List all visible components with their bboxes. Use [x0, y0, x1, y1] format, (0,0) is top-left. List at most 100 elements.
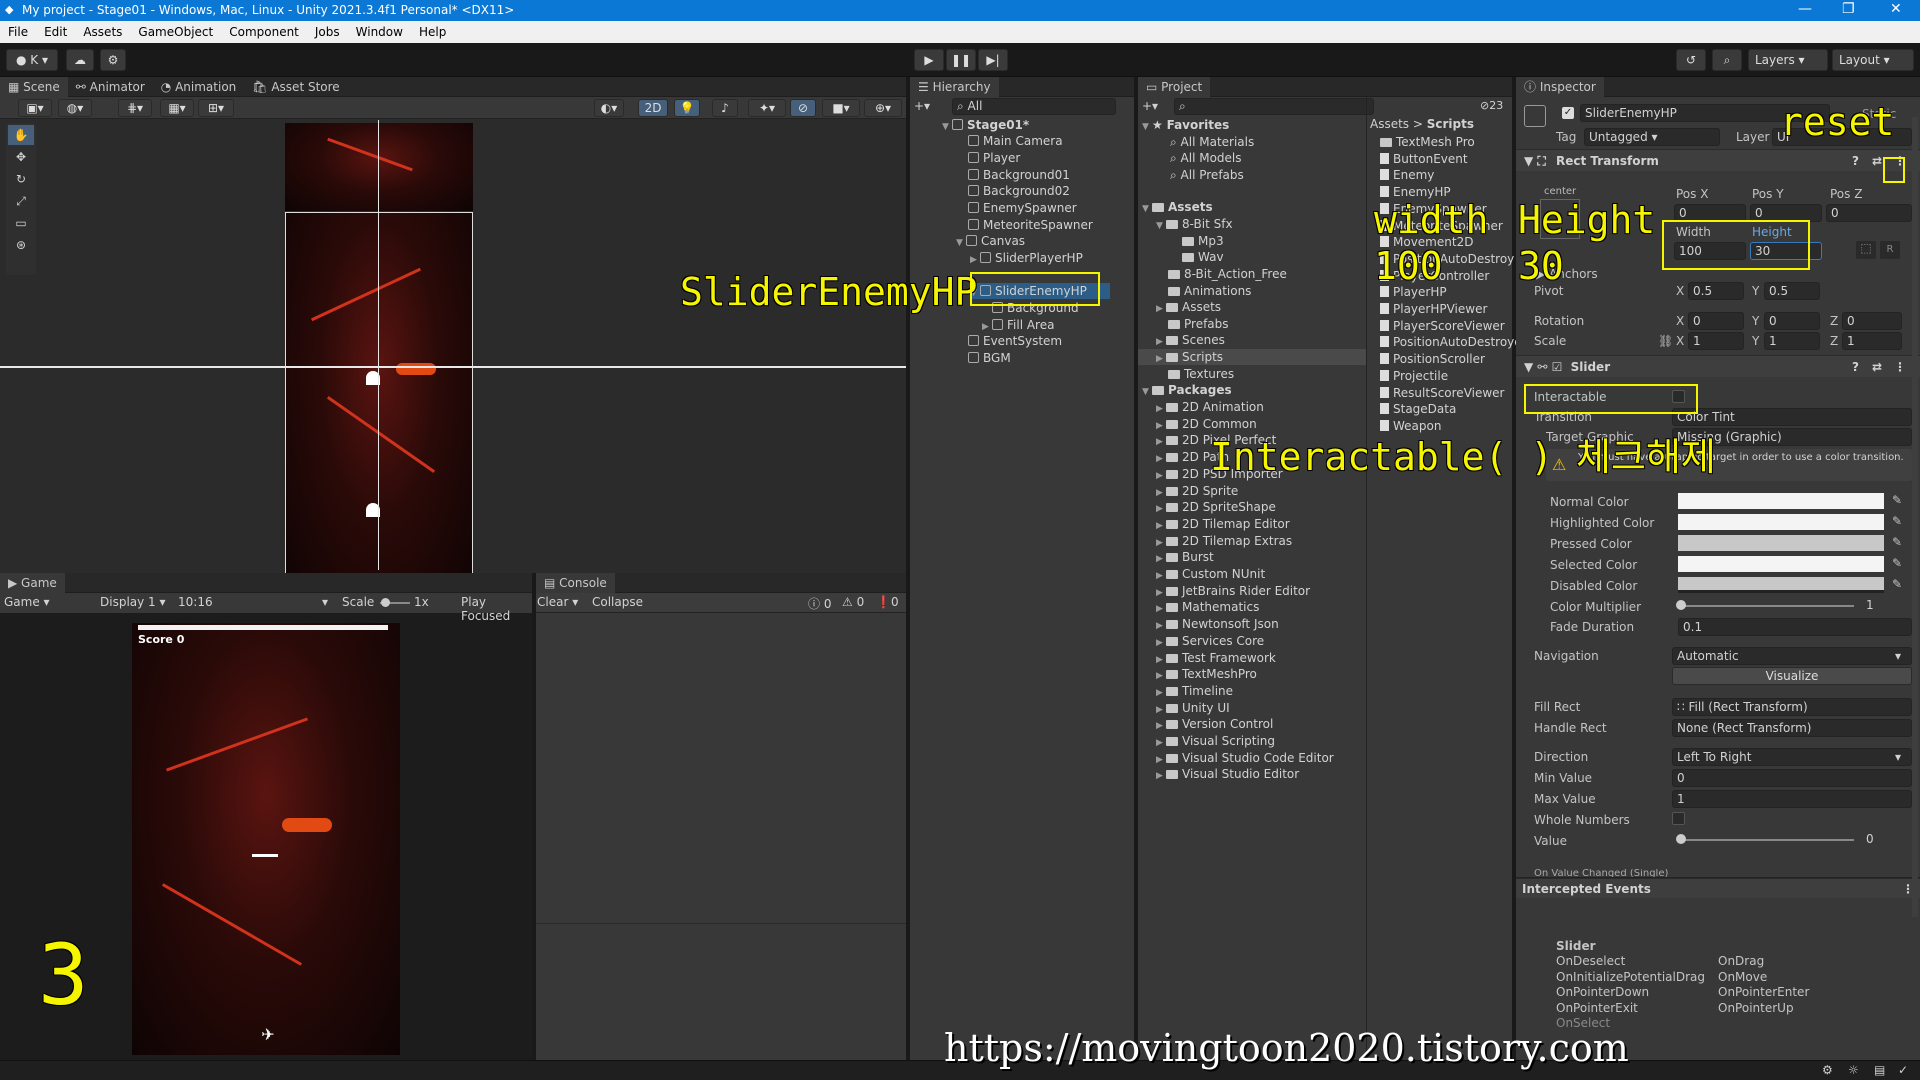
preset-icon[interactable]: ⇄ [1872, 150, 1882, 172]
lighting-toggle[interactable]: 💡 [674, 99, 700, 117]
pivot-x-field[interactable]: 0.5 [1688, 282, 1744, 300]
folder-8bit-action[interactable]: 8-Bit_Action_Free [1168, 266, 1287, 282]
package-item[interactable]: ▶ 2D Sprite [1156, 483, 1238, 499]
package-item[interactable]: ▶ Burst [1156, 549, 1214, 565]
scale-y-field[interactable]: 1 [1764, 332, 1820, 350]
breadcrumb-assets[interactable]: Assets [1370, 117, 1409, 131]
project-search[interactable]: ⌕ [1174, 98, 1374, 115]
shading-dropdown[interactable]: ◐▾ [594, 99, 624, 117]
tab-hierarchy[interactable]: ☰ Hierarchy [910, 77, 999, 97]
search-icon[interactable]: ⌕ [1712, 49, 1742, 71]
script-item[interactable]: PlayerHPViewer [1380, 301, 1487, 317]
handle-rect-field[interactable]: None (Rect Transform) [1672, 719, 1912, 737]
help-icon[interactable]: ? [1852, 150, 1859, 172]
package-item[interactable]: ▶ Custom NUnit [1156, 566, 1265, 582]
color-multiplier-slider[interactable] [1678, 605, 1854, 607]
package-item[interactable]: ▶ Visual Scripting [1156, 733, 1275, 749]
expand-arrow-icon[interactable]: ▶ [1156, 434, 1166, 450]
breadcrumb-scripts[interactable]: Scripts [1427, 117, 1474, 131]
info-count[interactable]: ⓘ 0 [808, 595, 831, 612]
hidden-packages-count[interactable]: ⊘23 [1480, 99, 1503, 112]
slider-foldout-icon[interactable]: ▼ ⚯ ☑ [1516, 360, 1562, 374]
expand-arrow-icon[interactable]: ▶ [1156, 585, 1166, 601]
tab-animation[interactable]: ◔ Animation [153, 77, 244, 97]
console-splitter[interactable] [536, 923, 906, 924]
history-icon[interactable]: ↺ [1676, 49, 1706, 71]
error-count[interactable]: ❗0 [876, 595, 899, 609]
gizmos-dropdown[interactable]: ⊕▾ [864, 99, 902, 117]
menu-gameobject[interactable]: GameObject [130, 21, 221, 39]
raw-edit-button[interactable]: R [1880, 241, 1900, 259]
eyedropper-icon[interactable]: ✎ [1892, 556, 1902, 570]
rot-x-field[interactable]: 0 [1688, 312, 1744, 330]
color-multiplier-thumb[interactable] [1676, 600, 1686, 610]
direction-dropdown[interactable]: Left To Right ▾ [1672, 748, 1912, 766]
package-item[interactable]: ▶ Visual Studio Code Editor [1156, 750, 1334, 766]
clear-button[interactable]: Clear ▾ [537, 595, 578, 609]
minimize-icon[interactable]: — [1798, 1, 1812, 17]
hierarchy-item-fill-area[interactable]: ▶ Fill Area [982, 317, 1054, 333]
expand-arrow-icon[interactable]: ▶ [1156, 418, 1166, 434]
expand-arrow-icon[interactable]: ▶ [1156, 685, 1166, 701]
hidden-objects-toggle[interactable]: ⊘ [790, 99, 816, 117]
slider-component-header[interactable]: ▼ ⚯ ☑ Slider ? ⇄ ⋮ [1516, 355, 1920, 377]
menu-assets[interactable]: Assets [75, 21, 130, 39]
constrain-scale-icon[interactable]: ⛓ [1658, 334, 1673, 348]
collab-icon[interactable]: ⚙ [100, 49, 126, 71]
expand-arrow-icon[interactable]: ▶ [1156, 535, 1166, 551]
expand-arrow-icon[interactable]: ▶ [1156, 468, 1166, 484]
rot-y-field[interactable]: 0 [1764, 312, 1820, 330]
cloud-icon[interactable]: ☁ [66, 49, 94, 71]
game-view-dropdown[interactable]: Game ▾ [4, 595, 50, 609]
package-item[interactable]: ▶ JetBrains Rider Editor [1156, 583, 1310, 599]
script-item[interactable]: TextMesh Pro [1380, 134, 1475, 150]
cache-icon[interactable]: ▤ [1874, 1063, 1885, 1077]
project-splitter[interactable] [1366, 97, 1367, 1060]
active-checkbox[interactable]: ✓ [1562, 107, 1574, 119]
camera-dropdown[interactable]: ■▾ [822, 99, 860, 117]
rect-transform-header[interactable]: ▼ ⛶ Rect Transform ? ⇄ ⋮ [1516, 149, 1920, 171]
value-slider-thumb[interactable] [1676, 834, 1686, 844]
hand-tool-icon[interactable]: ✋ [8, 125, 34, 145]
hierarchy-search[interactable]: ⌕ All [952, 98, 1116, 115]
increment-snap-dropdown[interactable]: ⊞▾ [198, 99, 234, 117]
folder-scripts[interactable]: ▶ Scripts [1138, 349, 1366, 365]
package-item[interactable]: ▶ Version Control [1156, 716, 1273, 732]
rot-z-field[interactable]: 0 [1842, 312, 1902, 330]
folder-scenes[interactable]: ▶ Scenes [1156, 332, 1225, 348]
package-item[interactable]: ▶ 2D SpriteShape [1156, 499, 1276, 515]
script-item[interactable]: PositionAutoDestroyer [1380, 334, 1527, 350]
expand-arrow-icon[interactable]: ▶ [1156, 601, 1166, 617]
navigation-dropdown[interactable]: Automatic ▾ [1672, 647, 1912, 665]
account-button[interactable]: ● K ▾ [6, 49, 58, 71]
layers-dropdown[interactable]: Layers ▾ [1748, 49, 1828, 71]
transform-tool-icon[interactable]: ⊛ [8, 235, 34, 255]
slider-help-icon[interactable]: ? [1852, 356, 1859, 378]
display-dropdown[interactable]: Display 1 ▾ [100, 595, 166, 609]
hierarchy-item-enemyspawner[interactable]: EnemySpawner [968, 200, 1077, 216]
maximize-icon[interactable]: ❐ [1842, 1, 1855, 17]
fav-all-materials[interactable]: ⌕ All Materials [1170, 134, 1254, 150]
script-item[interactable]: ButtonEvent [1380, 151, 1468, 167]
hierarchy-item-main-camera[interactable]: Main Camera [968, 133, 1063, 149]
package-item[interactable]: ▶ 2D Tilemap Extras [1156, 533, 1292, 549]
tag-dropdown[interactable]: Untagged ▾ [1584, 128, 1720, 146]
fav-all-prefabs[interactable]: ⌕ All Prefabs [1170, 167, 1244, 183]
hierarchy-item-sliderplayerhp[interactable]: ▶ SliderPlayerHP [970, 250, 1083, 266]
expand-arrow-icon[interactable]: ▶ [1156, 752, 1166, 768]
visualize-button[interactable]: Visualize [1672, 667, 1912, 685]
warning-count[interactable]: ⚠ 0 [842, 595, 864, 609]
package-item[interactable]: ▶ 2D Tilemap Editor [1156, 516, 1290, 532]
scale-z-field[interactable]: 1 [1842, 332, 1902, 350]
menu-component[interactable]: Component [221, 21, 307, 39]
fill-rect-field[interactable]: ∷ Fill (Rect Transform) [1672, 698, 1912, 716]
folder-prefabs[interactable]: Prefabs [1168, 316, 1229, 332]
expand-arrow-icon[interactable]: ▶ [1156, 518, 1166, 534]
expand-arrow-icon[interactable]: ▶ [1156, 668, 1166, 684]
normal-color-field[interactable] [1678, 493, 1884, 509]
hierarchy-item-player[interactable]: Player [968, 150, 1020, 166]
folder-assets[interactable]: ▶ Assets [1156, 299, 1221, 315]
script-item[interactable]: PositionScroller [1380, 351, 1485, 367]
expand-arrow-icon[interactable]: ▶ [1156, 568, 1166, 584]
layout-dropdown[interactable]: Layout ▾ [1832, 49, 1914, 71]
